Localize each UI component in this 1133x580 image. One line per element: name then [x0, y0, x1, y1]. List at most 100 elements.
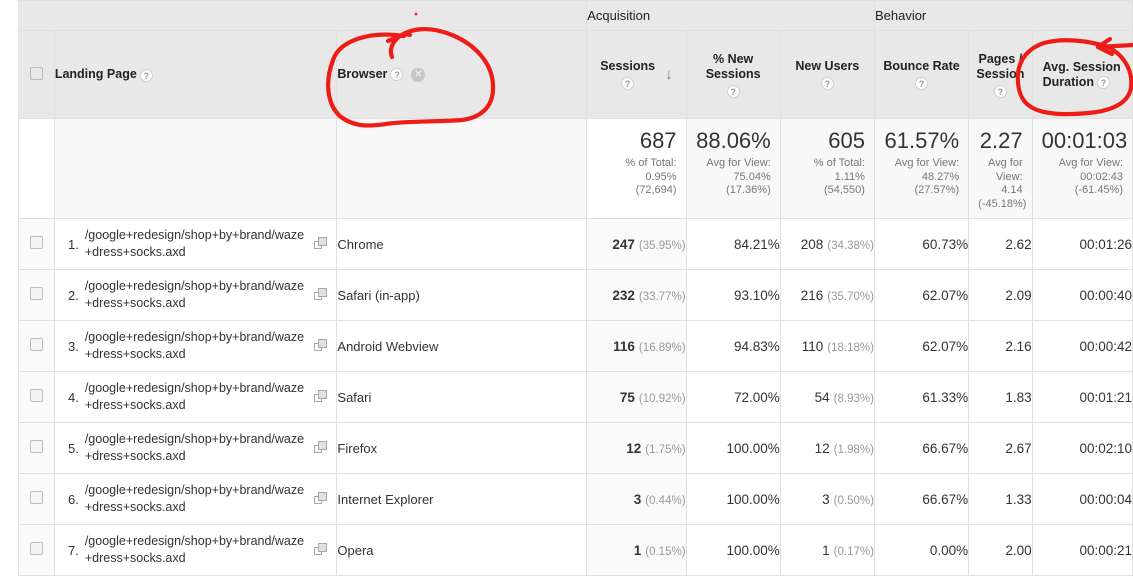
landing-page-link[interactable]: /google+redesign/shop+by+brand/waze+dres… — [85, 431, 315, 465]
percent-new-sessions-cell: 84.21% — [685, 218, 781, 270]
close-circle-icon[interactable]: ✕ — [411, 67, 426, 82]
browser-cell[interactable]: Firefox — [336, 422, 588, 474]
open-in-new-window-icon[interactable] — [314, 390, 330, 404]
landing-page-link[interactable]: /google+redesign/shop+by+brand/waze+dres… — [85, 278, 315, 312]
sessions-value: 3 — [633, 491, 642, 507]
row-checkbox[interactable] — [29, 491, 43, 504]
help-icon[interactable]: ? — [390, 68, 404, 82]
browser-cell[interactable]: Opera — [336, 524, 588, 576]
pages-per-session-cell: 2.16 — [968, 320, 1033, 372]
landing-page-cell[interactable]: 3. /google+redesign/shop+by+brand/waze+d… — [53, 320, 338, 372]
open-in-new-window-icon[interactable] — [314, 288, 330, 302]
bounce-rate-header[interactable]: Bounce Rate ? — [873, 30, 970, 119]
browser-cell[interactable]: Chrome — [336, 218, 588, 270]
row-checkbox[interactable] — [29, 440, 43, 453]
pages-per-session-cell: 1.83 — [968, 371, 1033, 423]
sessions-cell: 12 (1.75%) — [586, 422, 687, 474]
help-icon[interactable]: ? — [726, 84, 740, 98]
table-row[interactable]: 7. /google+redesign/shop+by+brand/waze+d… — [18, 524, 1133, 576]
open-in-new-window-icon[interactable] — [314, 339, 330, 353]
help-icon[interactable]: ? — [621, 77, 635, 90]
new-users-value: 1 — [822, 542, 830, 558]
row-select-cell[interactable] — [18, 218, 55, 270]
help-icon[interactable]: ? — [915, 77, 929, 90]
help-icon[interactable]: ? — [820, 77, 834, 90]
row-select-cell[interactable] — [18, 371, 55, 423]
row-checkbox[interactable] — [29, 542, 43, 555]
landing-page-link[interactable]: /google+redesign/shop+by+brand/waze+dres… — [85, 533, 315, 567]
landing-page-link[interactable]: /google+redesign/shop+by+brand/waze+dres… — [85, 227, 315, 261]
sessions-header[interactable]: Sessions ? ↓ — [586, 30, 687, 119]
landing-page-header[interactable]: Landing Page? — [53, 30, 338, 119]
select-all-header[interactable] — [18, 30, 55, 119]
pages-per-session-header[interactable]: Pages / Session ? — [968, 30, 1033, 119]
sessions-percent: (0.44%) — [645, 494, 686, 507]
summary-value: 2.27 — [979, 128, 1023, 153]
row-select-cell[interactable] — [18, 473, 55, 525]
bounce-rate-cell: 60.73% — [873, 218, 970, 270]
browser-cell[interactable]: Android Webview — [336, 320, 588, 372]
summary-sub-line: View: — [995, 170, 1023, 183]
table-row[interactable]: 1. /google+redesign/shop+by+brand/waze+d… — [18, 218, 1133, 270]
open-in-new-window-icon[interactable] — [314, 237, 330, 251]
row-index: 2. — [67, 287, 79, 303]
browser-cell[interactable]: Internet Explorer — [336, 473, 588, 525]
row-index: 1. — [67, 236, 79, 252]
table-row[interactable]: 6. /google+redesign/shop+by+brand/waze+d… — [18, 473, 1133, 525]
row-checkbox[interactable] — [29, 338, 43, 351]
percent-new-sessions-label-line1: % New — [712, 51, 754, 66]
landing-page-cell[interactable]: 5. /google+redesign/shop+by+brand/waze+d… — [53, 422, 338, 474]
avg-session-duration-cell: 00:01:21 — [1031, 371, 1133, 423]
percent-new-sessions-header[interactable]: % New Sessions ? — [685, 30, 781, 119]
landing-page-cell[interactable]: 2. /google+redesign/shop+by+brand/waze+d… — [53, 269, 338, 321]
row-checkbox[interactable] — [29, 236, 43, 249]
select-all-checkbox[interactable] — [29, 66, 43, 80]
new-users-value: 110 — [801, 338, 824, 354]
row-select-cell[interactable] — [18, 320, 55, 372]
new-users-value: 12 — [814, 440, 830, 456]
new-users-header[interactable]: New Users ? — [779, 30, 875, 119]
help-icon[interactable]: ? — [993, 84, 1007, 98]
landing-page-cell[interactable]: 6. /google+redesign/shop+by+brand/waze+d… — [53, 473, 338, 525]
summary-row: 687 % of Total: 0.95% (72,694) 88.06% Av… — [18, 118, 1133, 219]
row-select-cell[interactable] — [18, 524, 55, 576]
sort-descending-icon[interactable]: ↓ — [665, 67, 673, 82]
row-checkbox[interactable] — [29, 389, 43, 402]
pages-per-session-label-line1: Pages / — [978, 51, 1023, 66]
summary-value: 61.57% — [884, 128, 960, 153]
help-icon[interactable]: ? — [139, 68, 153, 82]
table-row[interactable]: 2. /google+redesign/shop+by+brand/waze+d… — [18, 269, 1133, 321]
open-in-new-window-icon[interactable] — [314, 492, 330, 506]
sessions-percent: (35.95%) — [638, 239, 686, 252]
landing-page-cell[interactable]: 1. /google+redesign/shop+by+brand/waze+d… — [53, 218, 338, 270]
summary-sub: Avg for View: 00:02:43 (-61.45%) — [1042, 157, 1123, 198]
sessions-header-label: Sessions — [600, 59, 656, 73]
sessions-cell: 247 (35.95%) — [586, 218, 687, 270]
avg-session-duration-header[interactable]: Avg. Session Duration? — [1031, 30, 1133, 119]
row-select-cell[interactable] — [18, 269, 55, 321]
open-in-new-window-icon[interactable] — [314, 543, 330, 557]
row-checkbox[interactable] — [29, 287, 43, 300]
analytics-data-table: Acquisition Behavior Landing Page? Brows… — [17, 0, 1133, 576]
landing-page-cell[interactable]: 4. /google+redesign/shop+by+brand/waze+d… — [53, 371, 338, 423]
summary-value: 687 — [639, 128, 677, 153]
row-select-cell[interactable] — [18, 422, 55, 474]
summary-sub-line: 1.11% — [834, 170, 865, 183]
browser-header[interactable]: Browser? ✕ — [336, 30, 588, 119]
landing-page-link[interactable]: /google+redesign/shop+by+brand/waze+dres… — [85, 329, 315, 363]
summary-pages-per-session-cell: 2.27 Avg for View: 4.14 (-45.18%) — [968, 118, 1033, 219]
table-row[interactable]: 3. /google+redesign/shop+by+brand/waze+d… — [18, 320, 1133, 372]
summary-sub-line: 0.95% — [645, 170, 677, 183]
percent-new-sessions-cell: 93.10% — [685, 269, 781, 321]
landing-page-link[interactable]: /google+redesign/shop+by+brand/waze+dres… — [85, 380, 315, 414]
browser-cell[interactable]: Safari — [336, 371, 588, 423]
table-row[interactable]: 5. /google+redesign/shop+by+brand/waze+d… — [18, 422, 1133, 474]
summary-sub-line: (-61.45%) — [1074, 184, 1123, 196]
open-in-new-window-icon[interactable] — [314, 441, 330, 455]
sessions-value: 75 — [619, 389, 635, 405]
landing-page-cell[interactable]: 7. /google+redesign/shop+by+brand/waze+d… — [53, 524, 338, 576]
landing-page-link[interactable]: /google+redesign/shop+by+brand/waze+dres… — [85, 482, 315, 516]
table-row[interactable]: 4. /google+redesign/shop+by+brand/waze+d… — [18, 371, 1133, 423]
help-icon[interactable]: ? — [1097, 75, 1110, 89]
browser-cell[interactable]: Safari (in-app) — [336, 269, 588, 321]
